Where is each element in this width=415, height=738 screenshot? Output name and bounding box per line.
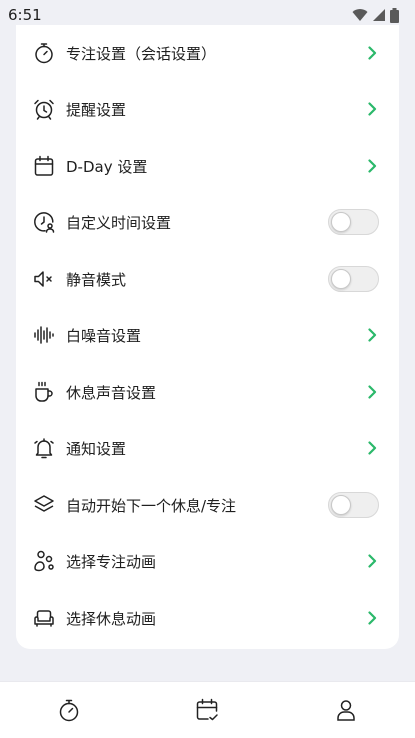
settings-row-break-animation[interactable]: 选择休息动画 bbox=[16, 590, 399, 646]
settings-row-dday[interactable]: D-Day 设置 bbox=[16, 138, 399, 194]
settings-row-mute: 静音模式 bbox=[16, 251, 399, 307]
settings-row-reminder[interactable]: 提醒设置 bbox=[16, 81, 399, 137]
settings-row-label: 自定义时间设置 bbox=[66, 213, 172, 232]
stopwatch-icon bbox=[32, 41, 56, 65]
nav-timer[interactable] bbox=[39, 686, 99, 734]
settings-row-label: D-Day 设置 bbox=[66, 157, 148, 176]
settings-row-label: 静音模式 bbox=[66, 270, 127, 289]
chevron-right-icon bbox=[368, 611, 377, 625]
chevron-right-icon bbox=[368, 385, 377, 399]
chevron-right-icon bbox=[368, 46, 377, 60]
status-time: 6:51 bbox=[8, 6, 42, 24]
waveform-icon bbox=[32, 323, 56, 347]
settings-row-focus-animation[interactable]: 选择专注动画 bbox=[16, 533, 399, 589]
settings-row-label: 选择休息动画 bbox=[66, 609, 157, 628]
speaker-mute-icon bbox=[32, 267, 56, 291]
mute-mode-toggle[interactable] bbox=[328, 266, 379, 292]
calendar-check-icon bbox=[197, 698, 219, 721]
timer-icon bbox=[59, 699, 79, 722]
settings-row-label: 自动开始下一个休息/专注 bbox=[66, 496, 237, 515]
toggle-knob bbox=[331, 495, 351, 515]
chevron-right-icon bbox=[368, 159, 377, 173]
settings-row-focus[interactable]: 专注设置（会话设置） bbox=[16, 25, 399, 81]
status-icons bbox=[352, 7, 399, 23]
chevron-right-icon bbox=[368, 328, 377, 342]
wifi-icon bbox=[352, 9, 368, 21]
bell-icon bbox=[32, 436, 56, 460]
toggle-knob bbox=[331, 269, 351, 289]
bottom-nav bbox=[0, 681, 415, 738]
calendar-icon bbox=[32, 154, 56, 178]
chevron-right-icon bbox=[368, 441, 377, 455]
nav-profile[interactable] bbox=[316, 686, 376, 734]
settings-row-label: 选择专注动画 bbox=[66, 552, 157, 571]
settings-row-label: 通知设置 bbox=[66, 439, 127, 458]
custom-time-toggle[interactable] bbox=[328, 209, 379, 235]
nav-calendar[interactable] bbox=[177, 686, 237, 734]
settings-row-label: 专注设置（会话设置） bbox=[66, 44, 217, 63]
chevron-right-icon bbox=[368, 102, 377, 116]
chevron-right-icon bbox=[368, 554, 377, 568]
sofa-icon bbox=[32, 606, 56, 630]
coffee-cup-icon bbox=[32, 380, 56, 404]
shapes-icon bbox=[32, 549, 56, 573]
settings-row-label: 白噪音设置 bbox=[66, 326, 142, 345]
settings-row-label: 休息声音设置 bbox=[66, 383, 157, 402]
settings-card: 专注设置（会话设置） 提醒设置 D-Day 设置 自定义时间设置 静音模式 白噪… bbox=[16, 25, 399, 649]
clock-user-icon bbox=[32, 210, 56, 234]
toggle-knob bbox=[331, 212, 351, 232]
auto-start-toggle[interactable] bbox=[328, 492, 379, 518]
settings-row-white-noise[interactable]: 白噪音设置 bbox=[16, 307, 399, 363]
settings-row-label: 提醒设置 bbox=[66, 100, 127, 119]
alarm-clock-icon bbox=[32, 97, 56, 121]
settings-row-break-sound[interactable]: 休息声音设置 bbox=[16, 364, 399, 420]
settings-row-notifications[interactable]: 通知设置 bbox=[16, 420, 399, 476]
settings-row-auto-start: 自动开始下一个休息/专注 bbox=[16, 477, 399, 533]
battery-icon bbox=[390, 7, 399, 23]
layers-icon bbox=[32, 493, 56, 517]
settings-row-custom-time: 自定义时间设置 bbox=[16, 194, 399, 250]
cellular-signal-icon bbox=[373, 9, 385, 21]
profile-icon bbox=[337, 700, 355, 721]
